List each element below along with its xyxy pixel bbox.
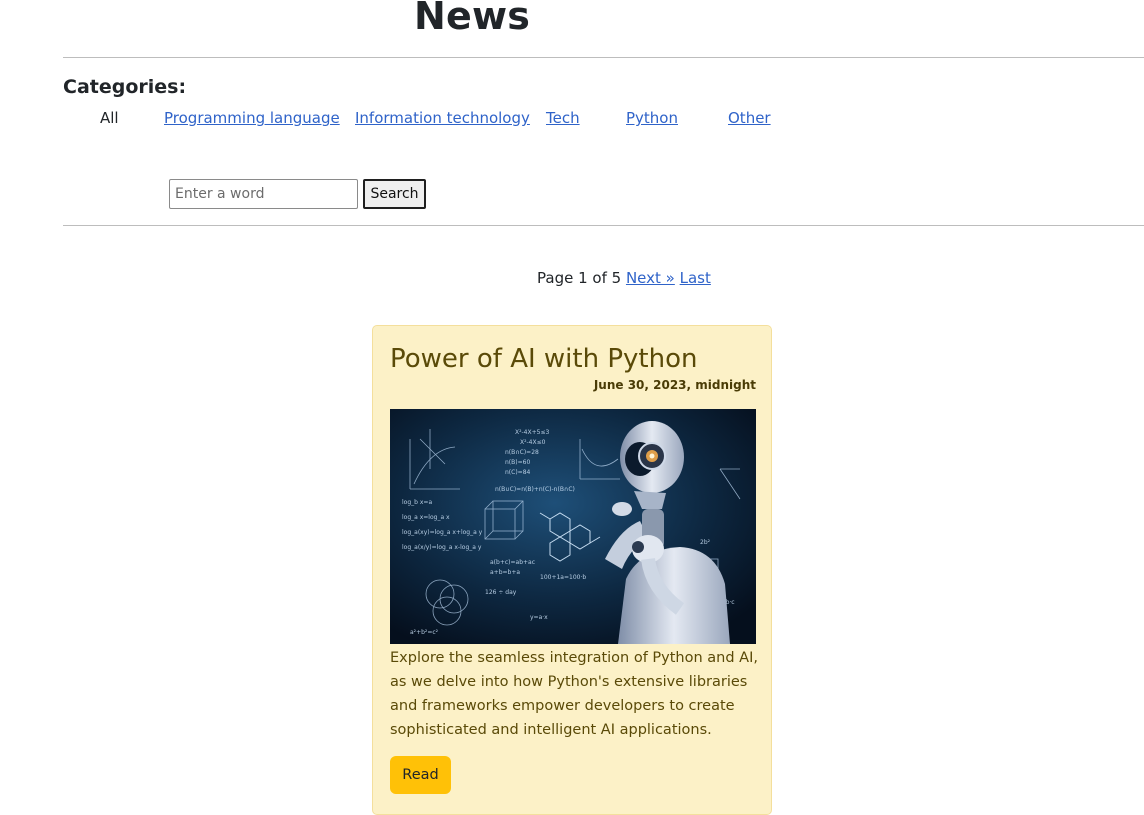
post-excerpt: Explore the seamless integration of Pyth… bbox=[390, 650, 758, 738]
post-title: Power of AI with Python bbox=[390, 344, 698, 374]
svg-text:n(B∩C)=28: n(B∩C)=28 bbox=[505, 449, 539, 456]
read-button[interactable]: Read bbox=[390, 756, 451, 794]
category-tech[interactable]: Tech bbox=[546, 108, 580, 128]
header-divider bbox=[63, 57, 1144, 58]
last-page-link[interactable]: Last bbox=[680, 269, 711, 287]
svg-text:a+b=b+a: a+b=b+a bbox=[490, 569, 520, 576]
svg-text:n(C)=84: n(C)=84 bbox=[505, 469, 531, 476]
svg-text:a²+b²=c²: a²+b²=c² bbox=[410, 629, 439, 636]
category-information-technology[interactable]: Information technology bbox=[355, 108, 530, 128]
post-card: Power of AI with Python June 30, 2023, m… bbox=[372, 325, 772, 815]
svg-text:2b²: 2b² bbox=[700, 539, 711, 546]
page-title: News bbox=[414, 0, 531, 38]
search-input[interactable] bbox=[169, 179, 358, 209]
category-other[interactable]: Other bbox=[728, 108, 771, 128]
search-button[interactable]: Search bbox=[363, 179, 426, 209]
page-status: Page 1 of 5 bbox=[537, 269, 622, 287]
svg-text:log_a(xy)=log_a x+log_a y: log_a(xy)=log_a x+log_a y bbox=[402, 529, 483, 536]
categories-heading: Categories: bbox=[63, 76, 187, 98]
svg-text:log_a x=log_a x: log_a x=log_a x bbox=[402, 514, 450, 521]
post-image: log_b x=a log_a x=log_a x log_a(xy)=log_a… bbox=[390, 409, 756, 644]
svg-text:log_b x=a: log_b x=a bbox=[402, 499, 432, 506]
svg-text:log_a(x/y)=log_a x-log_a y: log_a(x/y)=log_a x-log_a y bbox=[402, 544, 482, 551]
svg-text:y=a·x: y=a·x bbox=[530, 614, 548, 621]
svg-text:n(B)=60: n(B)=60 bbox=[505, 459, 530, 466]
pagination: Page 1 of 5 Next » Last bbox=[537, 268, 711, 288]
section-divider bbox=[63, 225, 1144, 226]
svg-text:X²-4X+5≤3: X²-4X+5≤3 bbox=[515, 429, 549, 436]
next-page-link[interactable]: Next » bbox=[626, 269, 675, 287]
svg-text:a(b+c)=ab+ac: a(b+c)=ab+ac bbox=[490, 559, 535, 566]
post-date: June 30, 2023, midnight bbox=[593, 378, 756, 392]
svg-text:n(B∪C)=n(B)+n(C)-n(B∩C): n(B∪C)=n(B)+n(C)-n(B∩C) bbox=[495, 486, 575, 493]
svg-text:X²-4X≤0: X²-4X≤0 bbox=[520, 439, 546, 446]
category-programming-language[interactable]: Programming language bbox=[164, 108, 340, 128]
svg-text:100+1a=100·b: 100+1a=100·b bbox=[540, 574, 586, 581]
svg-text:126 ÷ day: 126 ÷ day bbox=[485, 589, 517, 596]
category-python[interactable]: Python bbox=[626, 108, 678, 128]
category-all[interactable]: All bbox=[100, 108, 119, 128]
